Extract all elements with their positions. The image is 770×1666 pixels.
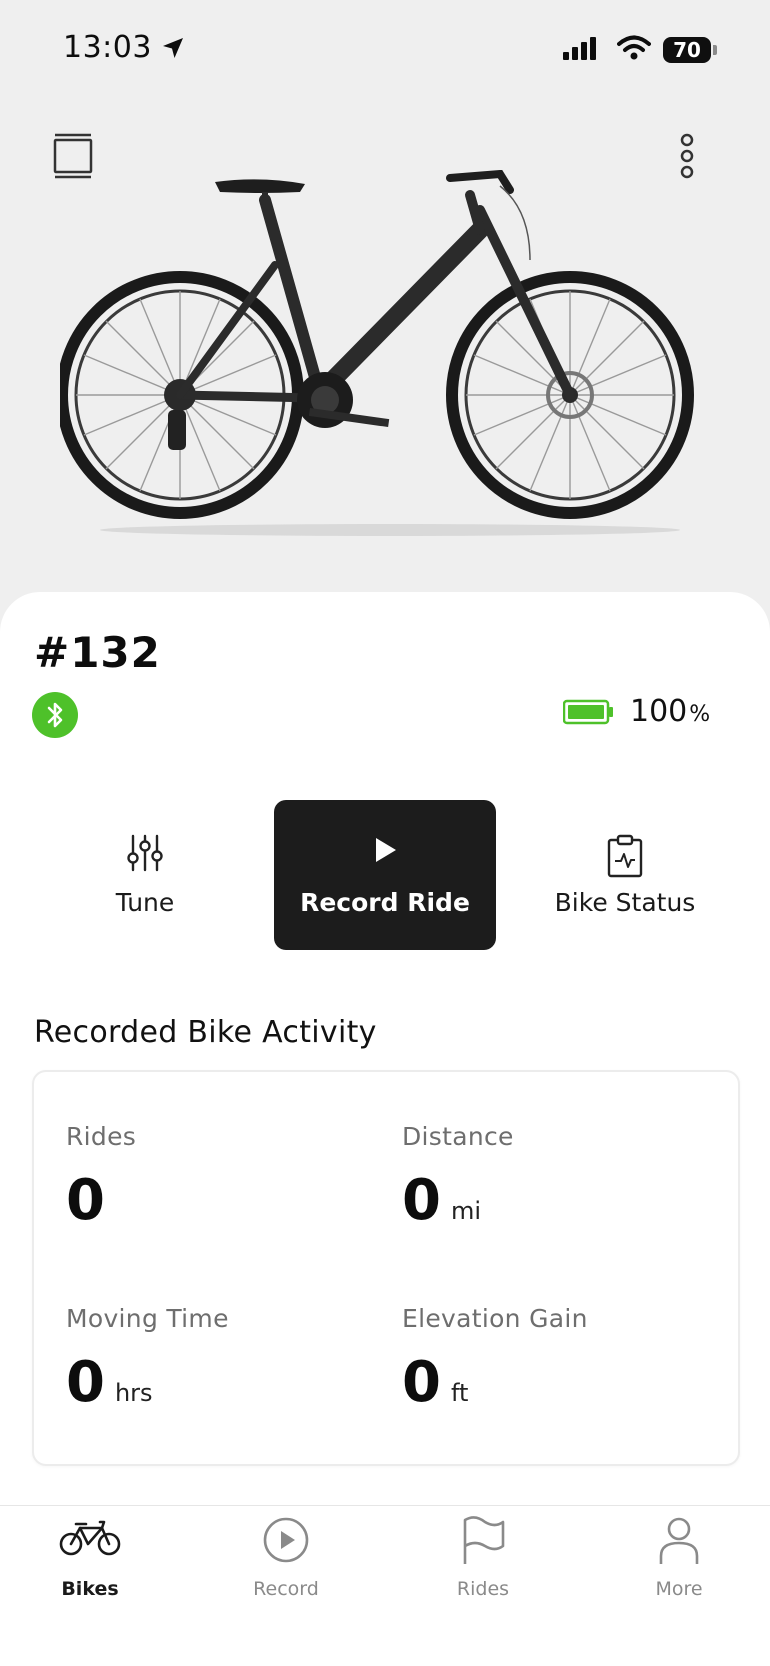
stat-unit: hrs [114, 1379, 153, 1407]
activity-stats-card: Rides 0 Distance 0 mi Moving Time 0 hrs El… [32, 1070, 740, 1466]
status-bar: 13:03 70 [0, 0, 770, 100]
record-play-icon [262, 1516, 310, 1568]
sliders-icon [125, 834, 165, 876]
tab-record[interactable]: Record [226, 1506, 346, 1636]
tab-label: Bikes [61, 1578, 119, 1600]
bike-status-button[interactable]: Bike Status [550, 800, 700, 950]
bike-battery-level: 100% [630, 694, 710, 729]
stat-value: 0 mi [402, 1168, 481, 1233]
stat-number: 0 [402, 1168, 441, 1233]
cellular-signal-icon [563, 36, 599, 66]
tab-bikes[interactable]: Bikes [30, 1506, 150, 1636]
stat-unit: ft [450, 1379, 469, 1407]
status-battery: 70 [663, 37, 711, 63]
tab-label: Rides [456, 1578, 510, 1600]
stat-label: Rides [66, 1122, 137, 1151]
tab-rides[interactable]: Rides [423, 1506, 543, 1636]
stat-label: Elevation Gain [402, 1304, 588, 1333]
flag-icon [459, 1516, 507, 1570]
stat-number: 0 [66, 1168, 105, 1233]
bike-icon [58, 1516, 122, 1564]
clipboard-pulse-icon [606, 834, 644, 882]
bluetooth-icon [32, 692, 78, 738]
location-arrow-icon [161, 36, 185, 64]
tab-label: More [655, 1578, 703, 1600]
battery-cap [713, 45, 717, 55]
record-ride-label: Record Ride [300, 888, 470, 917]
bike-image [60, 170, 694, 536]
bike-status-label: Bike Status [554, 888, 696, 917]
stat-value: 0 hrs [66, 1350, 153, 1415]
stat-unit: mi [450, 1197, 482, 1225]
record-ride-button[interactable]: Record Ride [274, 800, 496, 950]
stat-label: Moving Time [66, 1304, 229, 1333]
status-time: 13:03 [63, 30, 152, 65]
tab-label: Record [253, 1578, 319, 1600]
stat-moving-time: Moving Time 0 hrs [66, 1304, 386, 1454]
bike-hero: 13:03 70 [0, 0, 770, 640]
play-icon [370, 834, 400, 870]
stat-distance: Distance 0 mi [402, 1122, 722, 1272]
stat-number: 0 [402, 1350, 441, 1415]
wifi-icon [617, 34, 651, 66]
stat-elevation-gain: Elevation Gain 0 ft [402, 1304, 722, 1454]
stat-rides: Rides 0 [66, 1122, 386, 1272]
tune-label: Tune [115, 888, 175, 917]
stat-number: 0 [66, 1350, 105, 1415]
person-icon [657, 1516, 701, 1570]
bike-battery-icon [562, 699, 615, 729]
bike-name: #132 [34, 628, 161, 677]
battery-unit: % [689, 702, 711, 727]
tune-button[interactable]: Tune [70, 800, 220, 950]
stat-value: 0 [66, 1168, 105, 1233]
activity-title: Recorded Bike Activity [34, 1015, 377, 1050]
stat-label: Distance [402, 1122, 514, 1151]
stat-value: 0 ft [402, 1350, 468, 1415]
battery-value: 100 [630, 694, 688, 729]
tab-bar: Bikes Record Rides More [0, 1505, 770, 1666]
tab-more[interactable]: More [619, 1506, 739, 1636]
